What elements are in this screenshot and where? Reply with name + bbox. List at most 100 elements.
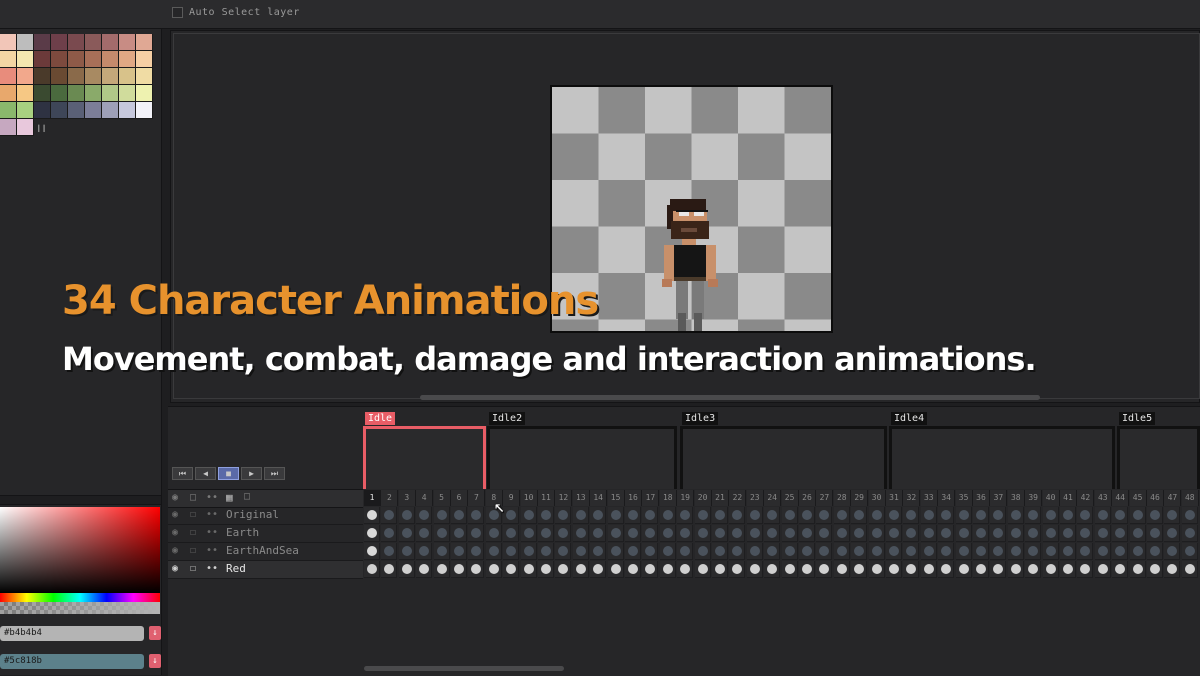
cel[interactable] xyxy=(990,561,1007,578)
cel[interactable] xyxy=(1147,561,1163,578)
cel[interactable] xyxy=(625,543,641,560)
tag-range-idle5[interactable] xyxy=(1117,426,1200,489)
cel[interactable] xyxy=(572,543,589,560)
frame-number[interactable]: 25 xyxy=(781,490,799,506)
palette-swatch[interactable] xyxy=(17,85,34,102)
cel[interactable] xyxy=(538,561,554,578)
frame-number[interactable]: 6 xyxy=(451,490,468,506)
cel[interactable] xyxy=(903,543,920,560)
tag-range-idle2[interactable] xyxy=(487,426,677,489)
cel[interactable] xyxy=(764,561,781,578)
tag-label-idle3[interactable]: Idle3 xyxy=(682,412,719,425)
eye-icon[interactable]: ◉ xyxy=(172,545,178,556)
cel[interactable] xyxy=(1129,543,1146,560)
frame-number[interactable]: 22 xyxy=(729,490,747,506)
cel[interactable] xyxy=(746,525,763,542)
cel[interactable] xyxy=(642,561,659,578)
cel[interactable] xyxy=(520,561,537,578)
palette-swatch[interactable] xyxy=(34,85,51,102)
cel[interactable] xyxy=(712,525,728,542)
cel[interactable] xyxy=(677,543,694,560)
palette-swatch[interactable] xyxy=(68,68,85,85)
cel[interactable] xyxy=(1042,525,1059,542)
frame-number[interactable]: 14 xyxy=(590,490,608,506)
cel[interactable] xyxy=(398,507,415,524)
cel[interactable] xyxy=(938,543,955,560)
palette-swatch[interactable] xyxy=(68,34,85,51)
cel[interactable] xyxy=(833,507,850,524)
palette-swatch[interactable] xyxy=(68,102,85,119)
cel[interactable] xyxy=(764,543,781,560)
cel[interactable] xyxy=(1094,525,1111,542)
cel[interactable] xyxy=(485,543,502,560)
palette-swatch[interactable] xyxy=(34,68,51,85)
frame-number[interactable]: 20 xyxy=(694,490,712,506)
palette-swatch[interactable] xyxy=(51,34,68,51)
palette-swatch[interactable] xyxy=(0,119,17,136)
stop-icon[interactable]: ■ xyxy=(218,467,239,480)
cel[interactable] xyxy=(799,525,815,542)
cel[interactable] xyxy=(416,561,433,578)
cel[interactable] xyxy=(781,543,798,560)
link-icon[interactable]: •• xyxy=(206,527,218,538)
cel[interactable] xyxy=(1147,507,1163,524)
lock-icon[interactable]: □ xyxy=(190,492,196,503)
cel[interactable] xyxy=(364,561,380,578)
cel[interactable] xyxy=(694,507,711,524)
palette-swatch[interactable] xyxy=(102,68,119,85)
cel[interactable] xyxy=(1060,525,1076,542)
palette-swatch[interactable] xyxy=(136,34,153,51)
palette-swatch[interactable] xyxy=(0,34,17,51)
cel[interactable] xyxy=(1077,543,1094,560)
cel[interactable] xyxy=(520,507,537,524)
cel[interactable] xyxy=(1060,507,1076,524)
palette-swatch[interactable] xyxy=(34,51,51,68)
cel[interactable] xyxy=(938,525,955,542)
cel[interactable] xyxy=(451,561,467,578)
palette-swatch[interactable] xyxy=(85,68,102,85)
last-frame-icon[interactable]: ⏭ xyxy=(264,467,285,480)
cel[interactable] xyxy=(955,543,972,560)
palette-swatch[interactable] xyxy=(85,85,102,102)
cel[interactable] xyxy=(1094,561,1111,578)
cel[interactable] xyxy=(1129,525,1146,542)
cel[interactable] xyxy=(642,543,659,560)
cel[interactable] xyxy=(694,525,711,542)
cel[interactable] xyxy=(625,525,641,542)
cel[interactable] xyxy=(1042,561,1059,578)
tag-label-idle2[interactable]: Idle2 xyxy=(489,412,526,425)
secondary-color-swap-icon[interactable]: ↓ xyxy=(149,654,161,668)
cel[interactable] xyxy=(364,525,380,542)
link-icon[interactable]: •• xyxy=(206,563,218,574)
cel[interactable] xyxy=(607,561,624,578)
palette-swatch[interactable] xyxy=(17,119,34,136)
cel[interactable] xyxy=(1181,525,1198,542)
cel[interactable] xyxy=(833,525,850,542)
palette-swatch[interactable] xyxy=(102,102,119,119)
color-picker-field[interactable] xyxy=(0,507,160,593)
cel[interactable] xyxy=(712,507,728,524)
cel[interactable] xyxy=(886,525,902,542)
palette-swatch[interactable] xyxy=(34,102,51,119)
cel[interactable] xyxy=(816,525,833,542)
cel[interactable] xyxy=(1007,543,1024,560)
cel[interactable] xyxy=(485,525,502,542)
cel[interactable] xyxy=(1094,543,1111,560)
frame-number[interactable]: 16 xyxy=(625,490,642,506)
cel[interactable] xyxy=(416,525,433,542)
link-icon[interactable]: •• xyxy=(206,509,218,520)
frame-number[interactable]: 41 xyxy=(1060,490,1077,506)
cel[interactable] xyxy=(1060,543,1076,560)
frame-number[interactable]: 12 xyxy=(555,490,573,506)
frame-number[interactable]: 19 xyxy=(677,490,695,506)
cel[interactable] xyxy=(572,525,589,542)
palette-swatch[interactable] xyxy=(68,85,85,102)
frame-number[interactable]: 29 xyxy=(851,490,869,506)
frame-number[interactable]: 4 xyxy=(416,490,434,506)
palette-swatch[interactable] xyxy=(119,68,136,85)
lock-icon[interactable]: ☐ xyxy=(190,509,196,520)
cel[interactable] xyxy=(1025,543,1042,560)
frame-number[interactable]: 26 xyxy=(799,490,816,506)
cel[interactable] xyxy=(816,543,833,560)
cel[interactable] xyxy=(659,507,676,524)
